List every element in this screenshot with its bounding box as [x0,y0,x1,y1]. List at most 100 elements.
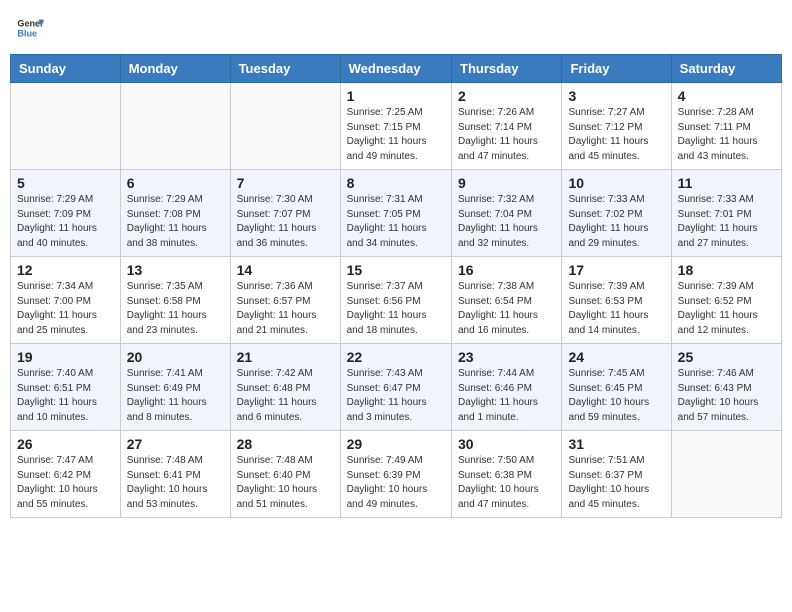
calendar-day-14: 14 Sunrise: 7:36 AMSunset: 6:57 PMDayligh… [230,257,340,344]
day-info: Sunrise: 7:44 AMSunset: 6:46 PMDaylight:… [458,367,555,425]
day-info: Sunrise: 7:51 AMSunset: 6:37 PMDaylight:… [568,454,664,512]
calendar-week-row: 12 Sunrise: 7:34 AMSunset: 7:00 PMDayligh… [11,257,782,344]
day-info: Sunrise: 7:50 AMSunset: 6:38 PMDaylight:… [458,454,555,512]
day-number: 27 [127,436,224,452]
calendar-week-row: 26Sunrise: 7:47 AMSunset: 6:42 PMDayligh… [11,431,782,518]
day-info: Sunrise: 7:31 AMSunset: 7:05 PMDaylight:… [347,193,445,251]
day-number: 23 [458,349,555,365]
day-info: Sunrise: 7:47 AMSunset: 6:42 PMDaylight:… [17,454,114,512]
day-number: 16 [458,262,555,278]
day-info: Sunrise: 7:25 AMSunset: 7:15 PMDaylight:… [347,106,445,164]
calendar-day-28: 28 Sunrise: 7:48 AMSunset: 6:40 PMDayligh… [230,431,340,518]
calendar-day-4: 4 Sunrise: 7:28 AMSunset: 7:11 PMDaylight… [671,83,781,170]
calendar-week-row: 19 Sunrise: 7:40 AMSunset: 6:51 PMDayligh… [11,344,782,431]
day-info: Sunrise: 7:29 AMSunset: 7:09 PMDaylight:… [17,193,114,251]
calendar-day-9: 9 Sunrise: 7:32 AMSunset: 7:04 PMDaylight… [452,170,562,257]
day-number: 14 [237,262,334,278]
calendar-day-1: 1 Sunrise: 7:25 AMSunset: 7:15 PMDaylight… [340,83,451,170]
weekday-header-monday: Monday [120,55,230,83]
calendar-day-7: 7 Sunrise: 7:30 AMSunset: 7:07 PMDaylight… [230,170,340,257]
day-info: Sunrise: 7:35 AMSunset: 6:58 PMDaylight:… [127,280,224,338]
calendar-day-8: 8 Sunrise: 7:31 AMSunset: 7:05 PMDaylight… [340,170,451,257]
day-info: Sunrise: 7:33 AMSunset: 7:02 PMDaylight:… [568,193,664,251]
calendar-day-15: 15 Sunrise: 7:37 AMSunset: 6:56 PMDayligh… [340,257,451,344]
day-number: 18 [678,262,775,278]
day-number: 22 [347,349,445,365]
day-number: 1 [347,88,445,104]
day-number: 31 [568,436,664,452]
calendar-day-20: 20Sunrise: 7:41 AMSunset: 6:49 PMDayligh… [120,344,230,431]
calendar-day-25: 25 Sunrise: 7:46 AMSunset: 6:43 PMDayligh… [671,344,781,431]
weekday-header-sunday: Sunday [11,55,121,83]
weekday-header-thursday: Thursday [452,55,562,83]
svg-text:Blue: Blue [17,28,37,38]
day-number: 10 [568,175,664,191]
day-number: 12 [17,262,114,278]
weekday-header-saturday: Saturday [671,55,781,83]
calendar-day-29: 29 Sunrise: 7:49 AMSunset: 6:39 PMDayligh… [340,431,451,518]
day-info: Sunrise: 7:33 AMSunset: 7:01 PMDaylight:… [678,193,775,251]
day-info: Sunrise: 7:32 AMSunset: 7:04 PMDaylight:… [458,193,555,251]
logo-icon: General Blue [16,14,44,42]
calendar-day-31: 31 Sunrise: 7:51 AMSunset: 6:37 PMDayligh… [562,431,671,518]
day-info: Sunrise: 7:34 AMSunset: 7:00 PMDaylight:… [17,280,114,338]
calendar-day-19: 19 Sunrise: 7:40 AMSunset: 6:51 PMDayligh… [11,344,121,431]
day-info: Sunrise: 7:39 AMSunset: 6:52 PMDaylight:… [678,280,775,338]
day-number: 29 [347,436,445,452]
day-number: 3 [568,88,664,104]
day-info: Sunrise: 7:30 AMSunset: 7:07 PMDaylight:… [237,193,334,251]
calendar-empty-cell [120,83,230,170]
calendar-day-6: 6 Sunrise: 7:29 AMSunset: 7:08 PMDaylight… [120,170,230,257]
day-info: Sunrise: 7:27 AMSunset: 7:12 PMDaylight:… [568,106,664,164]
weekday-header-wednesday: Wednesday [340,55,451,83]
day-number: 5 [17,175,114,191]
day-info: Sunrise: 7:28 AMSunset: 7:11 PMDaylight:… [678,106,775,164]
day-info: Sunrise: 7:46 AMSunset: 6:43 PMDaylight:… [678,367,775,425]
day-info: Sunrise: 7:26 AMSunset: 7:14 PMDaylight:… [458,106,555,164]
weekday-header-tuesday: Tuesday [230,55,340,83]
calendar-day-3: 3 Sunrise: 7:27 AMSunset: 7:12 PMDaylight… [562,83,671,170]
calendar-empty-cell [230,83,340,170]
calendar-empty-cell [671,431,781,518]
day-info: Sunrise: 7:42 AMSunset: 6:48 PMDaylight:… [237,367,334,425]
calendar-day-5: 5 Sunrise: 7:29 AMSunset: 7:09 PMDaylight… [11,170,121,257]
logo: General Blue [16,14,44,42]
day-number: 21 [237,349,334,365]
day-number: 17 [568,262,664,278]
day-number: 25 [678,349,775,365]
day-info: Sunrise: 7:41 AMSunset: 6:49 PMDaylight:… [127,367,224,425]
day-info: Sunrise: 7:37 AMSunset: 6:56 PMDaylight:… [347,280,445,338]
day-info: Sunrise: 7:49 AMSunset: 6:39 PMDaylight:… [347,454,445,512]
weekday-header-friday: Friday [562,55,671,83]
day-number: 15 [347,262,445,278]
day-number: 13 [127,262,224,278]
day-number: 30 [458,436,555,452]
day-number: 24 [568,349,664,365]
calendar-day-23: 23 Sunrise: 7:44 AMSunset: 6:46 PMDayligh… [452,344,562,431]
day-info: Sunrise: 7:38 AMSunset: 6:54 PMDaylight:… [458,280,555,338]
day-number: 2 [458,88,555,104]
day-number: 7 [237,175,334,191]
day-number: 28 [237,436,334,452]
calendar-day-21: 21 Sunrise: 7:42 AMSunset: 6:48 PMDayligh… [230,344,340,431]
day-info: Sunrise: 7:29 AMSunset: 7:08 PMDaylight:… [127,193,224,251]
calendar-day-26: 26Sunrise: 7:47 AMSunset: 6:42 PMDayligh… [11,431,121,518]
day-info: Sunrise: 7:40 AMSunset: 6:51 PMDaylight:… [17,367,114,425]
calendar-empty-cell [11,83,121,170]
calendar-day-18: 18 Sunrise: 7:39 AMSunset: 6:52 PMDayligh… [671,257,781,344]
day-number: 4 [678,88,775,104]
day-info: Sunrise: 7:43 AMSunset: 6:47 PMDaylight:… [347,367,445,425]
day-info: Sunrise: 7:36 AMSunset: 6:57 PMDaylight:… [237,280,334,338]
calendar-day-30: 30 Sunrise: 7:50 AMSunset: 6:38 PMDayligh… [452,431,562,518]
day-number: 11 [678,175,775,191]
calendar-day-22: 22 Sunrise: 7:43 AMSunset: 6:47 PMDayligh… [340,344,451,431]
calendar-week-row: 5 Sunrise: 7:29 AMSunset: 7:09 PMDaylight… [11,170,782,257]
calendar-header-row: SundayMondayTuesdayWednesdayThursdayFrid… [11,55,782,83]
day-info: Sunrise: 7:48 AMSunset: 6:40 PMDaylight:… [237,454,334,512]
calendar-table: SundayMondayTuesdayWednesdayThursdayFrid… [10,54,782,518]
day-number: 6 [127,175,224,191]
day-number: 9 [458,175,555,191]
calendar-day-27: 27Sunrise: 7:48 AMSunset: 6:41 PMDayligh… [120,431,230,518]
day-number: 8 [347,175,445,191]
day-number: 19 [17,349,114,365]
